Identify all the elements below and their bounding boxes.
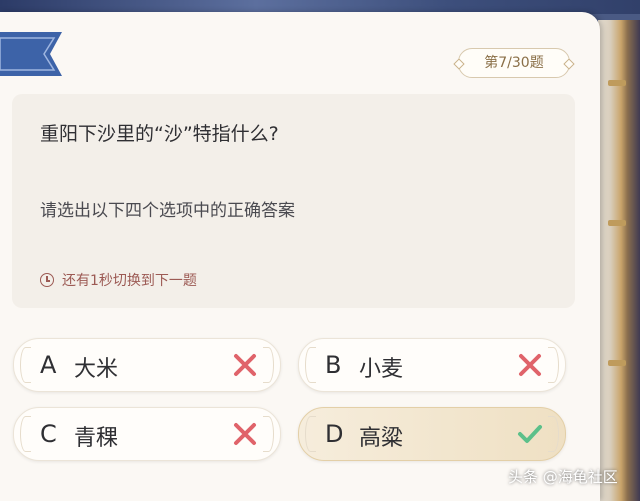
option-c-button[interactable]: C 青稞	[13, 407, 281, 461]
question-progress-badge: 第7/30题	[458, 48, 570, 78]
option-text: 大米	[74, 357, 119, 382]
watermark-text: 头条 @海龟社区	[508, 468, 618, 486]
option-b-button[interactable]: B 小麦	[298, 338, 566, 392]
book-band	[608, 360, 626, 366]
question-title: 重阳下沙里的“沙”特指什么?	[40, 123, 279, 145]
option-text: 高粱	[359, 426, 404, 451]
option-a-button[interactable]: A 大米	[13, 338, 281, 392]
correct-check-icon	[518, 425, 542, 443]
option-text: 青稞	[74, 426, 119, 451]
book-band	[608, 220, 626, 226]
bookmark-ribbon-icon	[0, 32, 62, 76]
option-d-button[interactable]: D 高粱	[298, 407, 566, 461]
wrong-x-icon	[234, 423, 256, 445]
option-letter: C	[40, 420, 57, 448]
book-page-edge	[598, 20, 640, 501]
clock-icon	[40, 273, 54, 287]
wrong-x-icon	[234, 354, 256, 376]
option-text: 小麦	[359, 357, 404, 382]
book-band	[608, 80, 626, 86]
option-letter: D	[325, 420, 344, 448]
option-letter: B	[325, 351, 342, 379]
timer-text: 还有1秒切换到下一题	[62, 273, 197, 289]
wrong-x-icon	[519, 354, 541, 376]
option-letter: A	[40, 351, 57, 379]
question-instruction: 请选出以下四个选项中的正确答案	[40, 201, 295, 221]
countdown-timer: 还有1秒切换到下一题	[40, 270, 197, 290]
